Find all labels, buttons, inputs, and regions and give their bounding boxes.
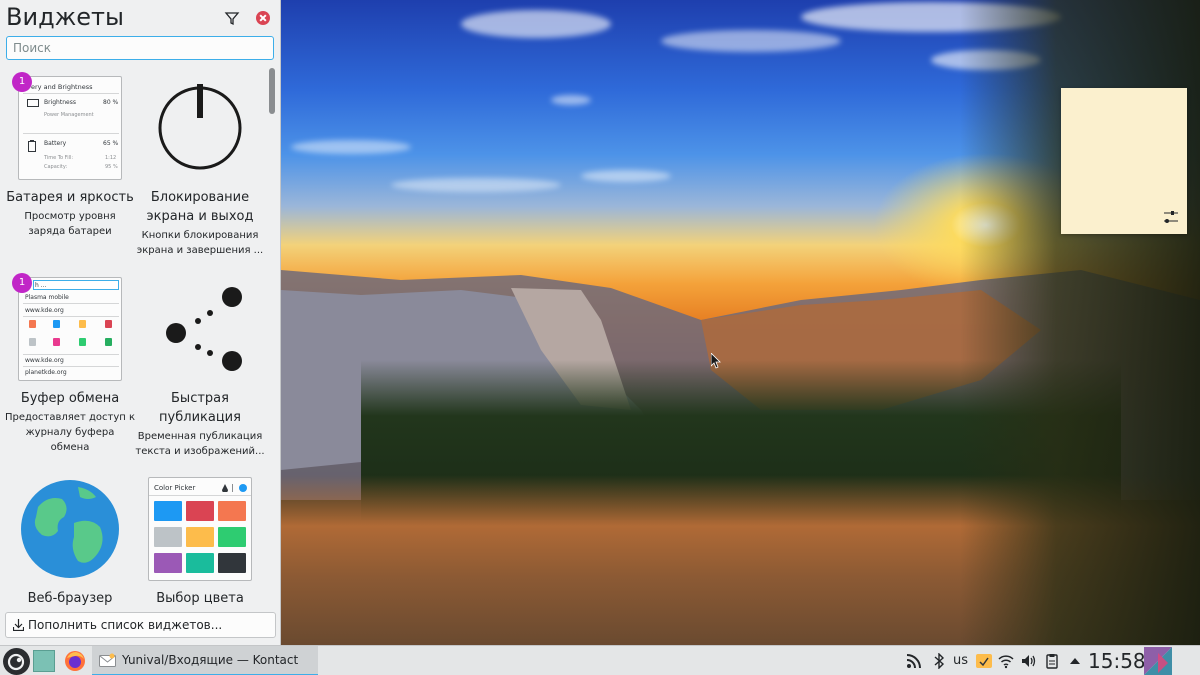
cloud — [291, 140, 411, 154]
taskbar: Yunival/Входящие — Kontact us 15:58 — [0, 645, 1200, 675]
download-icon — [13, 619, 24, 631]
widgets-panel: Виджеты 1 ery and Brightness Brightness … — [0, 0, 281, 645]
chevron-up-icon[interactable] — [1067, 653, 1083, 669]
preview-power-management: Power Management — [44, 112, 94, 118]
color-swatch — [186, 501, 214, 521]
widget-description: Временная публикация текста и изображени… — [135, 431, 265, 457]
battery-preview-card: ery and Brightness Brightness 80 % Power… — [18, 76, 122, 180]
scrollbar-thumb[interactable] — [269, 68, 275, 114]
battery-icon — [28, 140, 36, 152]
keyboard-layout-indicator[interactable]: us — [953, 653, 968, 668]
cloud — [551, 95, 591, 105]
current-color-swatch — [239, 484, 247, 492]
clipboard-preview-card: h ... Plasma mobile www.kde.org www.kde.… — [18, 277, 122, 381]
cloud — [661, 30, 841, 52]
widget-preview: Color Picker — [148, 477, 252, 581]
widget-name: Выбор цвета — [156, 591, 244, 606]
cloud — [581, 170, 671, 182]
preview-battery-label: Battery — [44, 140, 67, 147]
eyedropper-icon — [222, 484, 228, 492]
widget-preview: 1 ery and Brightness Brightness 80 % Pow… — [12, 72, 122, 180]
get-more-widgets-label: Пополнить список виджетов... — [28, 618, 223, 632]
bluetooth-icon[interactable] — [931, 653, 947, 669]
close-icon[interactable] — [256, 11, 270, 25]
widget-name: Блокирование экрана и выход — [146, 190, 254, 224]
count-badge: 1 — [12, 273, 32, 293]
widget-quick-share[interactable]: Быстрая публикация Временная публикация … — [135, 277, 265, 459]
task-kontact[interactable]: Yunival/Входящие — Kontact — [92, 646, 318, 675]
widget-web-browser[interactable]: Веб-браузер — [5, 477, 135, 608]
widget-color-picker[interactable]: Color Picker Выбор цвета — [135, 477, 265, 608]
preview-brightness-label: Brightness — [44, 99, 76, 106]
preview-time-to-fill-label: Time To Fill: — [44, 155, 74, 161]
widget-lock-logout[interactable]: Блокирование экрана и выход Кнопки блоки… — [135, 76, 265, 258]
preview-row: www.kde.org — [25, 357, 64, 364]
digital-clock[interactable]: 15:58 — [1088, 649, 1146, 673]
firefox-launcher[interactable] — [64, 650, 86, 672]
mouse-cursor-icon — [711, 353, 721, 369]
get-more-widgets-button[interactable]: Пополнить список виджетов... — [5, 612, 276, 638]
monitor-icon — [27, 99, 39, 107]
widget-name: Быстрая публикация — [159, 391, 241, 425]
color-picker-preview-card: Color Picker — [148, 477, 252, 581]
firefox-icon — [65, 651, 85, 671]
preview-header: Color Picker — [154, 484, 196, 492]
color-swatch — [218, 501, 246, 521]
widget-name: Буфер обмена — [20, 391, 120, 406]
virtual-desktop-pager[interactable] — [33, 650, 55, 672]
preview-search: h ... — [35, 282, 47, 289]
widget-description: Кнопки блокирования экрана и завершения … — [136, 230, 264, 256]
preview-header: ery and Brightness — [31, 83, 93, 91]
widget-preview — [148, 76, 252, 180]
preview-brightness-value: 80 % — [103, 99, 119, 106]
wifi-icon[interactable] — [998, 653, 1014, 669]
volume-icon[interactable] — [1021, 653, 1037, 669]
opensuse-logo-icon — [3, 648, 30, 675]
preview-row: planetkde.org — [25, 369, 67, 376]
color-swatch — [218, 527, 246, 547]
widget-clipboard[interactable]: 1 h ... Plasma mobile www.kde.org www.kd… — [5, 273, 135, 455]
power-icon — [158, 84, 242, 170]
cloud — [461, 10, 611, 38]
color-swatch — [218, 553, 246, 573]
search-input[interactable] — [6, 36, 274, 60]
widget-preview — [18, 477, 122, 581]
widget-battery-brightness[interactable]: 1 ery and Brightness Brightness 80 % Pow… — [5, 72, 135, 239]
settings-icon[interactable] — [1163, 210, 1179, 224]
color-swatch — [154, 553, 182, 573]
share-icon — [166, 287, 242, 371]
widget-description: Предоставляет доступ к журналу буфера об… — [5, 412, 135, 453]
task-label: Yunival/Входящие — Kontact — [122, 653, 299, 667]
widget-name: Веб-браузер — [27, 591, 113, 606]
rss-feed-icon[interactable] — [906, 653, 922, 669]
scrollbar[interactable] — [267, 66, 277, 606]
widget-preview: 1 h ... Plasma mobile www.kde.org www.kd… — [12, 273, 122, 381]
widget-description: Просмотр уровня заряда батареи — [24, 211, 116, 237]
preview-battery-value: 65 % — [103, 140, 119, 147]
count-badge: 1 — [12, 72, 32, 92]
preview-row: Plasma mobile — [25, 294, 69, 301]
preview-time-to-fill-value: 1:12 — [105, 155, 117, 161]
globe-icon — [21, 480, 119, 578]
filter-icon[interactable] — [224, 10, 240, 26]
preview-capacity-label: Capacity: — [44, 164, 68, 170]
panel-title: Виджеты — [6, 3, 124, 31]
sticky-note-widget[interactable] — [1061, 88, 1187, 234]
color-swatch — [154, 527, 182, 547]
update-notifier-icon[interactable] — [976, 653, 992, 669]
color-swatch — [186, 527, 214, 547]
clipboard-tray-icon[interactable] — [1044, 653, 1060, 669]
kontact-icon — [99, 653, 116, 667]
cloud — [391, 178, 561, 192]
application-launcher-button[interactable] — [3, 648, 30, 675]
color-swatch — [154, 501, 182, 521]
preview-capacity-value: 95 % — [105, 164, 118, 170]
widget-name: Батарея и яркость — [6, 190, 134, 205]
preview-row: www.kde.org — [25, 307, 64, 314]
show-desktop-icon[interactable] — [1144, 647, 1172, 675]
color-swatch — [186, 553, 214, 573]
widget-preview — [148, 277, 252, 381]
